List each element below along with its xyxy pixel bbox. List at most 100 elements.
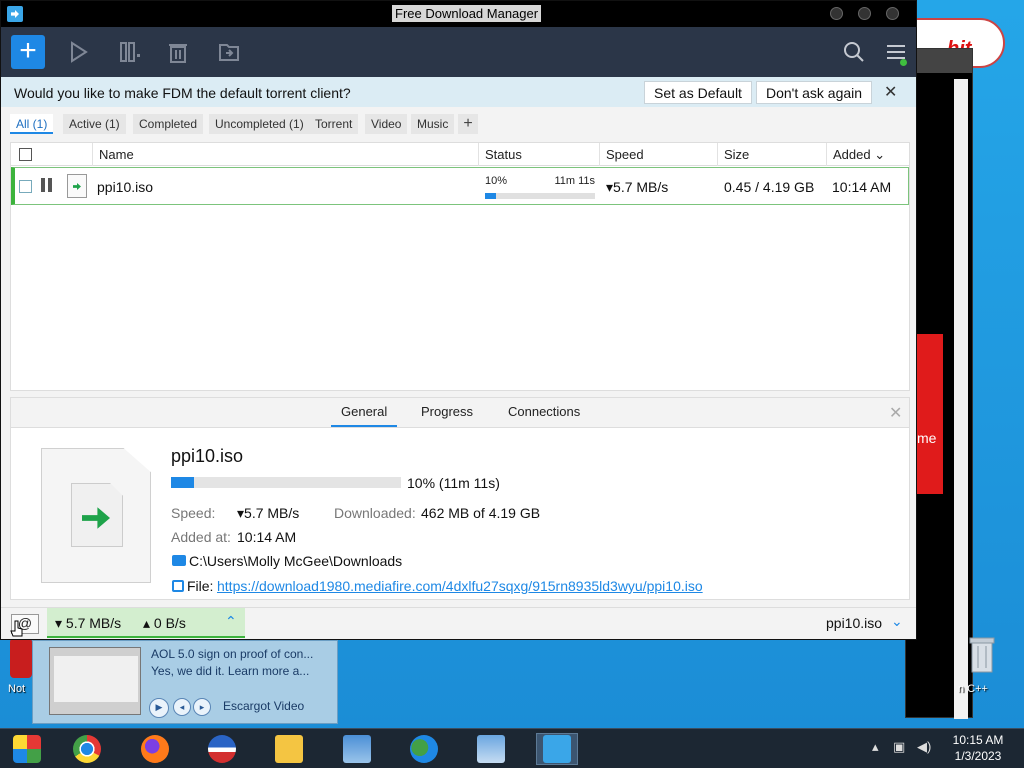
speed-label: Speed: <box>171 505 216 521</box>
added-at-label: Added at: <box>171 529 231 545</box>
document-icon <box>71 483 123 547</box>
chevron-up-icon[interactable]: ⌃ <box>225 613 237 630</box>
file-preview-icon <box>41 448 151 583</box>
file-icon <box>67 174 87 198</box>
notice-close-icon[interactable]: ✕ <box>884 82 897 102</box>
taskbar-clock[interactable]: 10:15 AM 1/3/2023 <box>946 732 1010 764</box>
file-label: File: <box>187 578 214 594</box>
thumbnail-app-name: Escargot Video <box>223 699 305 713</box>
chevron-down-icon[interactable]: ⌄ <box>891 613 903 630</box>
tab-music[interactable]: Music <box>411 114 455 134</box>
fdm-app-icon <box>7 6 23 22</box>
hand-cursor-icon <box>10 620 23 637</box>
maximize-button[interactable] <box>858 7 871 20</box>
details-panel: General Progress Connections ✕ ppi10.iso… <box>10 397 910 600</box>
dont-ask-again-button[interactable]: Don't ask again <box>756 81 873 104</box>
tab-torrent[interactable]: Torrent <box>309 114 359 134</box>
column-size[interactable]: Size <box>717 143 826 166</box>
start-all-icon[interactable] <box>67 40 91 64</box>
play-icon[interactable]: ▶ <box>149 698 169 718</box>
volume-tray-icon[interactable]: ◀) <box>917 739 931 755</box>
select-all-checkbox[interactable] <box>19 148 32 161</box>
row-checkbox[interactable] <box>19 180 32 193</box>
tab-completed[interactable]: Completed <box>133 114 204 134</box>
add-download-button[interactable]: + <box>11 35 45 69</box>
desktop-icon-label-left: Not <box>8 683 26 695</box>
recycle-bin-icon[interactable] <box>968 634 996 674</box>
move-to-icon[interactable] <box>217 40 241 64</box>
column-status[interactable]: Status <box>478 143 599 166</box>
details-progress-bar <box>171 477 401 488</box>
thumbnail-line-1: AOL 5.0 sign on proof of con... <box>151 647 314 661</box>
row-progress-fill <box>485 193 496 199</box>
file-explorer-icon[interactable] <box>268 733 310 765</box>
background-red-text: me <box>917 430 937 446</box>
messenger-icon[interactable] <box>403 733 445 765</box>
next-icon[interactable]: ▸ <box>193 698 211 716</box>
column-added[interactable]: Added ⌄ <box>826 143 909 166</box>
thumbnail-line-2: Yes, we did it. Learn more a... <box>151 664 310 678</box>
details-progress-fill <box>171 477 194 488</box>
details-close-icon[interactable]: ✕ <box>889 403 902 423</box>
row-added: 10:14 AM <box>832 179 892 195</box>
search-icon[interactable] <box>842 40 866 64</box>
downloaded-value: 462 MB of 4.19 GB <box>421 505 541 521</box>
chrome-icon[interactable] <box>66 733 108 765</box>
row-size: 0.45 / 4.19 GB <box>724 179 815 195</box>
tray-expand-icon[interactable]: ▴ <box>872 739 879 755</box>
tab-progress[interactable]: Progress <box>411 404 483 425</box>
minimize-button[interactable] <box>830 7 843 20</box>
clock-date: 1/3/2023 <box>954 749 1002 763</box>
toolbar: + <box>1 27 916 77</box>
tab-video[interactable]: Video <box>365 114 408 134</box>
title-bar[interactable]: Free Download Manager <box>1 1 916 27</box>
window-title: Free Download Manager <box>392 5 542 22</box>
row-speed: ▾5.7 MB/s <box>606 179 669 195</box>
added-at-value: 10:14 AM <box>237 529 297 545</box>
row-status-percent: 10% <box>485 175 508 187</box>
pause-all-icon[interactable] <box>118 40 142 64</box>
start-button[interactable] <box>6 733 48 765</box>
folder-icon[interactable] <box>172 555 186 566</box>
downloaded-label: Downloaded: <box>334 505 416 521</box>
network-tray-icon[interactable]: ▣ <box>893 739 905 755</box>
column-name[interactable]: Name <box>92 143 478 166</box>
close-window-button[interactable] <box>886 7 899 20</box>
current-file-name: ppi10.iso <box>826 615 883 631</box>
thumbnail-screenshot <box>49 647 141 715</box>
tab-uncompleted[interactable]: Uncompleted (1) <box>209 114 310 134</box>
details-progress-text: 10% (11m 11s) <box>407 475 500 491</box>
taskbar: ▴ ▣ ◀) 10:15 AM 1/3/2023 <box>0 728 1024 768</box>
add-tab-icon[interactable]: + <box>458 114 478 134</box>
file-url-link[interactable]: https://download1980.mediafire.com/4dxlf… <box>217 578 703 594</box>
background-window-scrollbar <box>954 79 968 719</box>
column-speed[interactable]: Speed <box>599 143 717 166</box>
fdm-taskbar-icon[interactable] <box>536 733 578 765</box>
menu-status-dot <box>900 59 907 66</box>
escargot-video-icon[interactable] <box>470 733 512 765</box>
details-file-name: ppi10.iso <box>171 446 244 466</box>
previous-icon[interactable]: ◂ <box>173 698 191 716</box>
pause-icon[interactable] <box>41 178 53 192</box>
tab-general[interactable]: General <box>331 404 398 427</box>
downloads-table: Name Status Speed Size Added ⌄ ppi10.iso… <box>10 142 910 391</box>
download-folder-path[interactable]: C:\Users\Molly McGee\Downloads <box>189 553 402 569</box>
desktop-app-icon[interactable] <box>10 638 32 678</box>
table-row[interactable]: ppi10.iso 10% 11m 11s ▾5.7 MB/s 0.45 / 4… <box>11 167 909 205</box>
upload-speed: ▴ 0 B/s <box>143 615 186 631</box>
clock-time: 10:15 AM <box>952 733 1004 747</box>
tab-active[interactable]: Active (1) <box>63 114 126 134</box>
network-app-icon[interactable] <box>336 733 378 765</box>
speed-summary[interactable]: ▾ 5.7 MB/s ▴ 0 B/s ⌃ <box>47 608 245 638</box>
tab-all[interactable]: All (1) <box>10 114 54 134</box>
taskbar-thumbnail-preview[interactable]: AOL 5.0 sign on proof of con... Yes, we … <box>32 640 338 724</box>
firefox-icon[interactable] <box>134 733 176 765</box>
external-link-icon[interactable] <box>172 580 184 592</box>
status-bar: @ ▾ 5.7 MB/s ▴ 0 B/s ⌃ ppi10.iso ⌄ <box>1 607 916 639</box>
set-as-default-button[interactable]: Set as Default <box>644 81 752 104</box>
main-content: All (1) Active (1) Completed Uncompleted… <box>1 107 916 607</box>
delete-icon[interactable] <box>166 40 190 64</box>
obama-logo-icon[interactable] <box>201 733 243 765</box>
notice-message: Would you like to make FDM the default t… <box>14 85 351 101</box>
tab-connections[interactable]: Connections <box>498 404 590 425</box>
